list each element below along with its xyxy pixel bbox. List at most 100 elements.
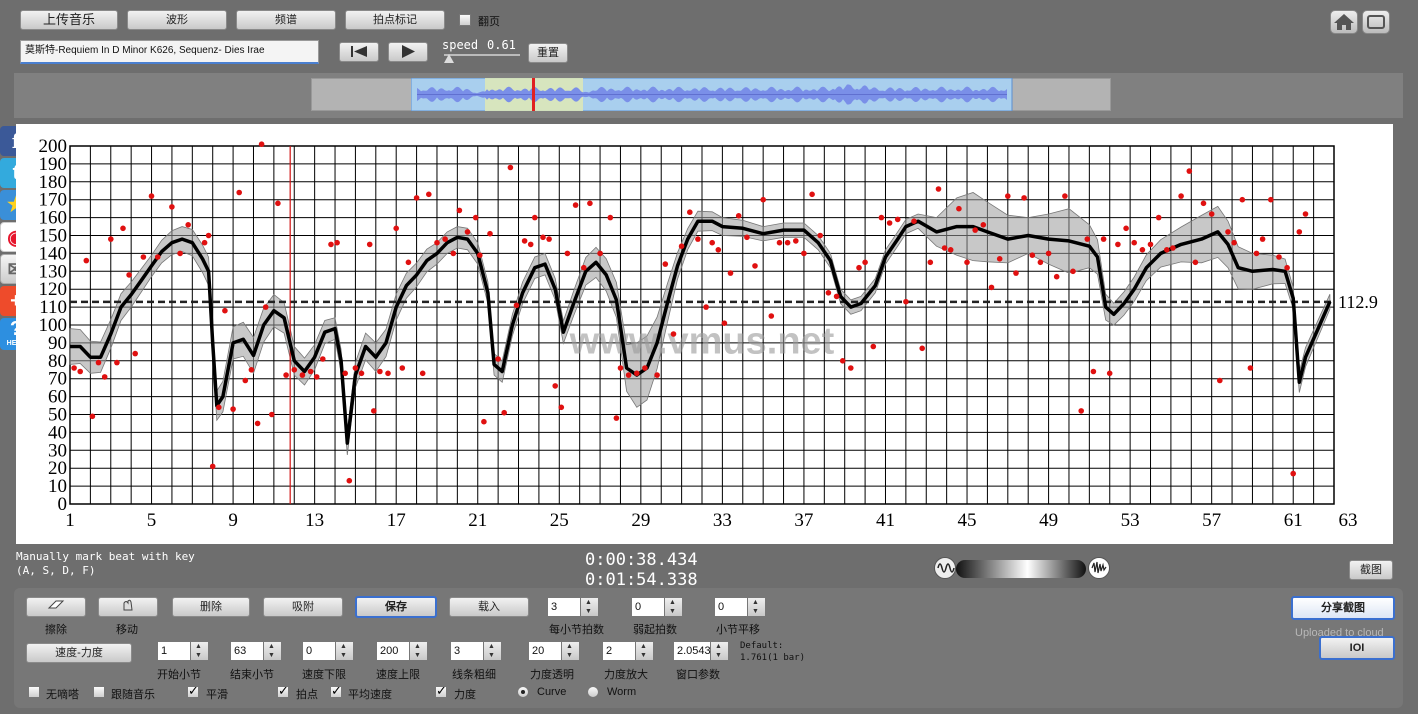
beat-point — [114, 359, 120, 366]
beat-point — [342, 370, 349, 377]
beats-per-bar-stepper[interactable]: 3 ▲ ▼ — [547, 597, 599, 617]
pickup-beats-stepper[interactable]: 0 ▲ ▼ — [631, 597, 683, 617]
follow-music-checkbox[interactable] — [93, 686, 105, 698]
smooth-checkbox[interactable] — [187, 683, 199, 699]
curve-radio[interactable] — [517, 686, 529, 698]
worm-radio[interactable] — [587, 686, 599, 698]
beat-point — [450, 250, 457, 257]
save-button[interactable]: 保存 — [355, 596, 437, 618]
dyn-scale-stepper[interactable]: 2 ▲ ▼ — [602, 641, 654, 661]
home-icon — [1334, 14, 1354, 30]
bar-shift-label: 小节平移 — [716, 624, 760, 636]
ioi-button[interactable]: IOI — [1319, 636, 1395, 660]
beat-point — [727, 270, 734, 276]
beat-point — [935, 186, 942, 192]
beat-point — [89, 413, 96, 420]
speed-slider-track[interactable] — [444, 54, 520, 56]
x-tick-label: 41 — [876, 510, 895, 531]
no-metronome-checkbox[interactable] — [28, 686, 40, 698]
beat-point — [177, 250, 183, 257]
beat-point — [1225, 229, 1231, 235]
default-hint-line1: Default: — [740, 641, 784, 651]
tempo-min-stepper[interactable]: 0 ▲ ▼ — [302, 641, 354, 661]
y-tick-label: 130 — [39, 261, 68, 282]
beat-point — [371, 408, 377, 414]
start-bar-stepper[interactable]: 1 ▲ ▼ — [157, 641, 209, 661]
waveform-toggle[interactable] — [934, 557, 956, 579]
beat-point — [809, 191, 815, 198]
beat-point — [1131, 239, 1137, 246]
tempo-dynamics-button[interactable]: 速度-力度 — [26, 643, 132, 663]
beat-point — [1100, 236, 1107, 242]
tempo-max-stepper[interactable]: 200 ▲ ▼ — [376, 641, 428, 661]
hand-icon — [123, 599, 133, 611]
y-tick-label: 40 — [48, 422, 67, 443]
dynamics-checkbox[interactable] — [435, 683, 447, 699]
reset-speed-button[interactable]: 重置 — [528, 43, 568, 63]
worm-label: Worm — [607, 686, 637, 698]
play-button[interactable] — [388, 42, 428, 62]
beat-point — [1253, 250, 1260, 257]
rewind-button[interactable] — [339, 42, 379, 62]
page-flip-checkbox[interactable] — [459, 14, 471, 26]
beat-point — [607, 214, 614, 221]
line-width-stepper[interactable]: 3 ▲ ▼ — [450, 641, 502, 661]
beat-point — [540, 234, 546, 241]
screenshot-button[interactable]: 截图 — [1349, 560, 1393, 580]
spectrum-button[interactable]: 频谱 — [236, 10, 336, 30]
move-tool-button[interactable] — [98, 597, 158, 617]
song-title-field[interactable]: 莫斯特-Requiem In D Minor K626, Sequenz- Di… — [20, 40, 319, 64]
beat-point — [1045, 250, 1052, 257]
snap-button[interactable]: 吸附 — [263, 597, 343, 617]
beat-point — [527, 241, 534, 248]
beat-point — [209, 463, 216, 470]
x-tick-label: 33 — [713, 510, 732, 531]
load-button[interactable]: 载入 — [449, 597, 529, 617]
avg-tempo-checkbox[interactable] — [330, 683, 342, 699]
y-tick-label: 80 — [48, 351, 67, 372]
share-screenshot-button[interactable]: 分享截图 — [1291, 596, 1395, 620]
beat-point — [291, 367, 298, 373]
beat-point — [587, 200, 593, 207]
volume-slider[interactable] — [956, 560, 1086, 578]
dynamics-label: 力度 — [454, 689, 476, 701]
beat-point — [352, 365, 359, 371]
speed-slider-thumb[interactable] — [444, 54, 454, 63]
beat-point — [426, 191, 432, 198]
beat-point — [911, 218, 917, 224]
beat-point — [703, 304, 709, 310]
beat-point — [464, 229, 471, 235]
tap-mark-button[interactable]: 拍点标记 — [345, 10, 445, 30]
beat-point — [1155, 214, 1162, 221]
total-time: 0:01:54.338 — [585, 570, 698, 590]
delete-button[interactable]: 删除 — [172, 597, 250, 617]
waveform-overview[interactable] — [411, 78, 1013, 111]
beat-point — [154, 254, 161, 260]
beat-point-checkbox[interactable] — [277, 683, 289, 699]
x-tick-label: 1 — [65, 510, 75, 531]
dyn-transparency-stepper[interactable]: 20 ▲ ▼ — [528, 641, 580, 661]
end-bar-stepper[interactable]: 63 ▲ ▼ — [230, 641, 282, 661]
window-param-stepper[interactable]: 2.0543 ▲ ▼ — [673, 641, 729, 661]
beat-point — [613, 415, 620, 421]
beats-per-bar-label: 每小节拍数 — [549, 624, 604, 636]
noise-toggle[interactable] — [1088, 557, 1110, 579]
beat-point — [313, 374, 320, 380]
upload-music-button[interactable]: 上传音乐 — [20, 10, 118, 30]
y-tick-label: 60 — [48, 387, 67, 408]
y-tick-label: 20 — [48, 458, 67, 479]
beat-point — [216, 404, 222, 411]
beat-point — [1217, 377, 1223, 384]
fullscreen-button[interactable] — [1362, 10, 1390, 34]
bar-shift-stepper[interactable]: 0 ▲ ▼ — [714, 597, 766, 617]
erase-tool-button[interactable] — [26, 597, 86, 617]
beat-point — [442, 236, 448, 242]
beat-point — [1013, 270, 1019, 276]
beat-point — [862, 259, 868, 266]
beat-point — [126, 272, 132, 278]
sine-wave-icon — [937, 563, 955, 573]
pickup-beats-label: 弱起拍数 — [633, 624, 677, 636]
tempo-chart[interactable]: www.vmus.net112.901020304050607080901001… — [16, 124, 1393, 544]
waveform-button[interactable]: 波形 — [127, 10, 227, 30]
home-button[interactable] — [1330, 10, 1358, 34]
